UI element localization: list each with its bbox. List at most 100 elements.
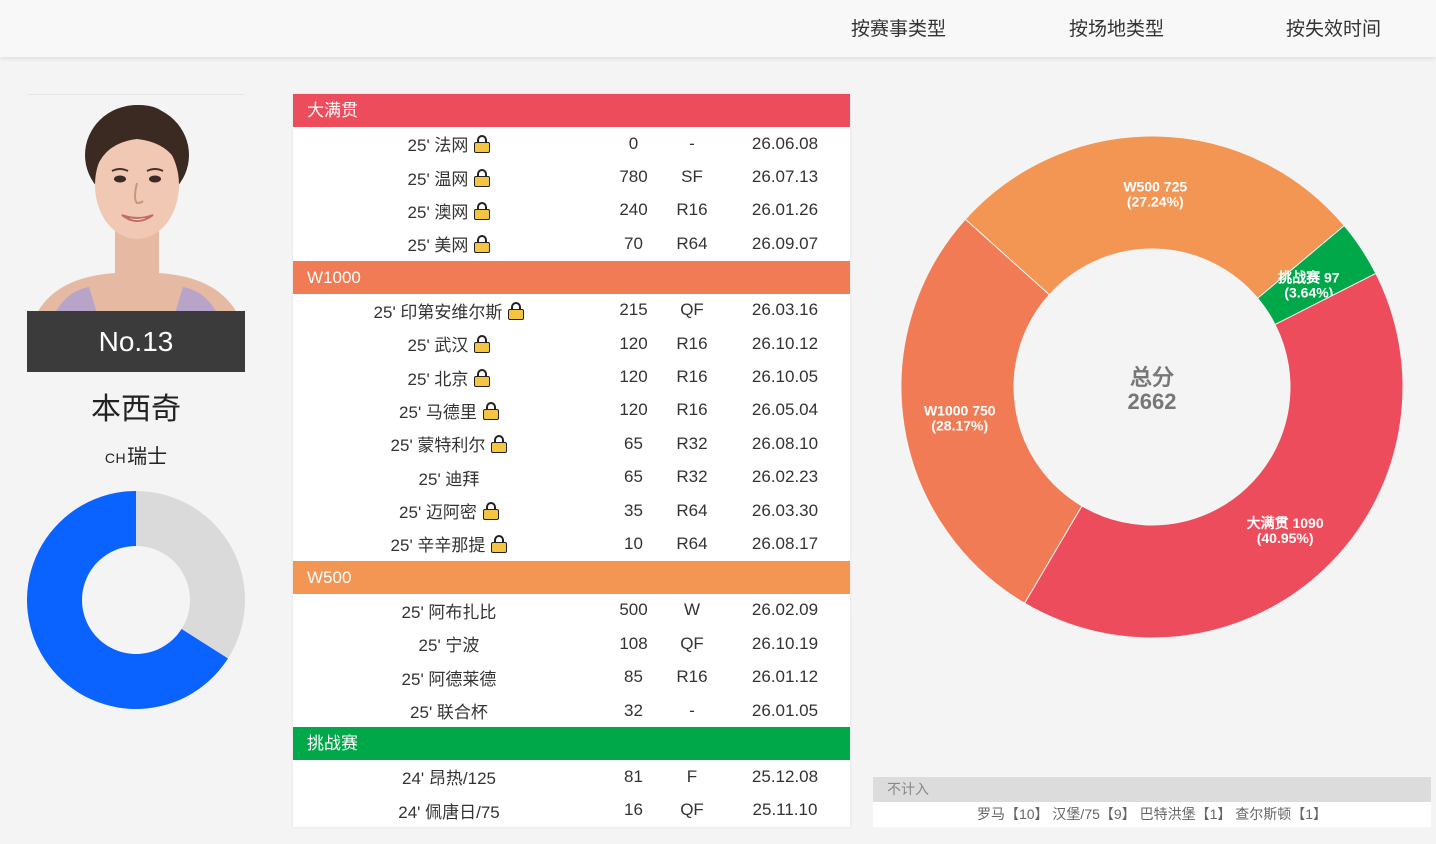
- player-country: CH瑞士: [27, 440, 245, 469]
- date-cell: 26.01.26: [751, 200, 819, 220]
- nav-by-surface-type[interactable]: 按场地类型: [1069, 14, 1164, 41]
- points-cell: 0: [628, 133, 639, 153]
- chart-slice[interactable]: [1023, 272, 1404, 639]
- date-cell: 25.11.10: [752, 800, 818, 820]
- slice-percent: (27.24%): [1127, 194, 1184, 210]
- points-cell: 500: [619, 600, 648, 620]
- event-name: 25' 北京: [407, 369, 469, 389]
- round-cell: R32: [676, 433, 708, 453]
- points-table: 大满贯 25' 法网 0 - 26.06.08 25' 温网 780 SF 26.07.13 25…: [293, 94, 850, 827]
- excluded-title: 不计入: [873, 777, 1431, 802]
- round-cell: R16: [676, 333, 708, 353]
- slice-label: W1000 750: [924, 403, 996, 419]
- excluded-panel: 不计入 罗马【10】 汉堡/75【9】 巴特洪堡【1】 查尔斯顿【1】: [873, 777, 1431, 827]
- event-cell: 25' 迪拜: [293, 465, 605, 490]
- lock-icon: [474, 335, 491, 354]
- date-cell: 26.03.16: [751, 300, 819, 320]
- round-cell: QF: [680, 300, 704, 320]
- event-cell: 25' 北京: [293, 365, 605, 390]
- event-name: 25' 温网: [407, 169, 469, 189]
- date-cell: 26.10.12: [751, 333, 819, 353]
- small-donut-chart: [27, 491, 245, 709]
- slice-label: 大满贯 1090: [1247, 515, 1324, 531]
- lock-icon: [474, 135, 491, 154]
- points-cell: 120: [619, 367, 648, 387]
- round-cell: W: [683, 600, 701, 620]
- event-cell: 25' 阿布扎比: [293, 598, 605, 623]
- nav-by-event-type[interactable]: 按赛事类型: [851, 14, 946, 41]
- event-cell: 25' 辛辛那提: [293, 531, 605, 556]
- event-name: 25' 法网: [407, 136, 469, 156]
- round-cell: R64: [676, 533, 708, 553]
- round-cell: QF: [680, 633, 704, 653]
- points-cell: 215: [619, 300, 648, 320]
- round-cell: SF: [681, 167, 703, 187]
- lock-icon: [474, 235, 491, 254]
- event-name: 25' 澳网: [407, 202, 469, 222]
- table-row: 24' 昂热/125 81 F 25.12.08: [293, 760, 850, 793]
- table-row: 25' 印第安维尔斯 215 QF 26.03.16: [293, 294, 850, 327]
- event-name: 25' 阿布扎比: [401, 602, 497, 622]
- date-cell: 26.07.13: [751, 167, 819, 187]
- date-cell: 26.02.23: [751, 467, 819, 487]
- event-cell: 25' 蒙特利尔: [293, 431, 605, 456]
- lock-icon: [474, 201, 491, 220]
- date-cell: 26.02.09: [751, 600, 819, 620]
- event-cell: 25' 迈阿密: [293, 498, 605, 523]
- points-cell: 780: [619, 167, 648, 187]
- points-cell: 70: [624, 233, 643, 253]
- lock-icon: [482, 502, 499, 521]
- nav-by-expiry-time[interactable]: 按失效时间: [1286, 14, 1381, 41]
- category-header: 大满贯: [293, 94, 850, 127]
- event-cell: 25' 宁波: [293, 631, 605, 656]
- category-header: 挑战赛: [293, 727, 850, 761]
- lock-icon: [508, 301, 525, 320]
- round-cell: R16: [676, 367, 708, 387]
- round-cell: R16: [676, 200, 708, 220]
- player-rank: No.13: [27, 311, 245, 372]
- event-name: 25' 联合杯: [410, 703, 488, 723]
- lock-icon: [491, 535, 508, 554]
- table-row: 25' 北京 120 R16 26.10.05: [293, 360, 850, 393]
- event-cell: 25' 马德里: [293, 398, 605, 423]
- table-row: 25' 宁波 108 QF 26.10.19: [293, 627, 850, 660]
- lock-icon: [482, 401, 499, 420]
- date-cell: 26.10.05: [751, 367, 819, 387]
- table-row: 25' 蒙特利尔 65 R32 26.08.10: [293, 427, 850, 460]
- round-cell: -: [689, 133, 695, 153]
- event-cell: 25' 阿德莱德: [293, 665, 605, 690]
- event-cell: 25' 美网: [293, 231, 605, 256]
- lock-icon: [491, 435, 508, 454]
- round-cell: R64: [676, 233, 708, 253]
- table-row: 25' 辛辛那提 10 R64 26.08.17: [293, 527, 850, 560]
- event-name: 25' 辛辛那提: [390, 536, 486, 556]
- event-name: 25' 阿德莱德: [401, 669, 497, 689]
- event-name: 25' 美网: [407, 236, 469, 256]
- category-header: W500: [293, 560, 850, 594]
- event-name: 25' 武汉: [407, 336, 469, 356]
- lock-icon: [474, 368, 491, 387]
- player-photo: [27, 94, 245, 312]
- date-cell: 26.03.30: [751, 500, 819, 520]
- event-cell: 25' 印第安维尔斯: [293, 298, 605, 323]
- date-cell: 26.05.04: [751, 400, 819, 420]
- player-name: 本西奇: [91, 393, 181, 426]
- points-cell: 81: [624, 766, 643, 786]
- points-cell: 32: [624, 700, 643, 720]
- event-cell: 24' 昂热/125: [293, 764, 605, 789]
- date-cell: 26.09.07: [751, 233, 819, 253]
- points-breakdown-chart: W500 725(27.24%) 挑战赛 97(3.64%) 大满贯 1090(40…: [900, 135, 1404, 639]
- center-label: 总分: [1130, 365, 1174, 390]
- event-cell: 25' 澳网: [293, 198, 605, 223]
- excluded-list: 罗马【10】 汉堡/75【9】 巴特洪堡【1】 查尔斯顿【1】: [976, 806, 1328, 822]
- event-name: 25' 马德里: [399, 402, 477, 422]
- round-cell: R16: [676, 400, 708, 420]
- points-cell: 65: [624, 467, 643, 487]
- points-cell: 35: [624, 500, 643, 520]
- table-row: 25' 武汉 120 R16 26.10.12: [293, 327, 850, 360]
- table-row: 25' 联合杯 32 - 26.01.05: [293, 694, 850, 727]
- date-cell: 26.06.08: [751, 133, 819, 153]
- round-cell: R64: [676, 500, 708, 520]
- points-cell: 65: [624, 433, 643, 453]
- round-cell: R32: [676, 467, 708, 487]
